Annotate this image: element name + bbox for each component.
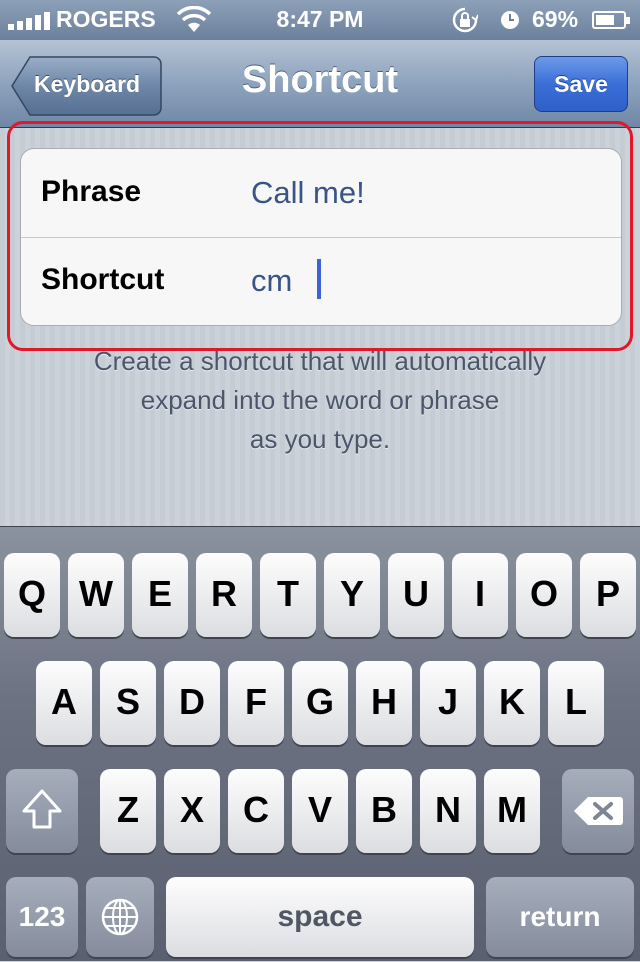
key-c[interactable]: C <box>228 769 284 853</box>
key-z[interactable]: Z <box>100 769 156 853</box>
help-text: Create a shortcut that will automaticall… <box>0 342 640 459</box>
delete-icon <box>574 797 623 825</box>
key-r[interactable]: R <box>196 553 252 637</box>
key-t[interactable]: T <box>260 553 316 637</box>
shift-key[interactable] <box>6 769 78 853</box>
key-w[interactable]: W <box>68 553 124 637</box>
key-x[interactable]: X <box>164 769 220 853</box>
key-a[interactable]: A <box>36 661 92 745</box>
return-key[interactable]: return <box>486 877 634 957</box>
key-n[interactable]: N <box>420 769 476 853</box>
globe-icon <box>101 898 139 936</box>
key-e[interactable]: E <box>132 553 188 637</box>
globe-key[interactable] <box>86 877 154 957</box>
key-k[interactable]: K <box>484 661 540 745</box>
key-b[interactable]: B <box>356 769 412 853</box>
key-s[interactable]: S <box>100 661 156 745</box>
battery-icon <box>592 11 630 29</box>
space-key[interactable]: space <box>166 877 474 957</box>
key-v[interactable]: V <box>292 769 348 853</box>
key-o[interactable]: O <box>516 553 572 637</box>
battery-percent: 69% <box>532 6 579 32</box>
highlight-annotation <box>7 121 633 351</box>
key-m[interactable]: M <box>484 769 540 853</box>
key-i[interactable]: I <box>452 553 508 637</box>
key-q[interactable]: Q <box>4 553 60 637</box>
alarm-clock-icon <box>501 11 519 29</box>
backspace-key[interactable] <box>562 769 634 853</box>
key-j[interactable]: J <box>420 661 476 745</box>
help-text-line: expand into the word or phrase <box>140 385 500 415</box>
key-p[interactable]: P <box>580 553 636 637</box>
keyboard: Q W E R T Y U I O P A S D F G H J K L Z … <box>0 526 640 961</box>
key-g[interactable]: G <box>292 661 348 745</box>
key-l[interactable]: L <box>548 661 604 745</box>
help-text-line: as you type. <box>249 424 391 454</box>
key-f[interactable]: F <box>228 661 284 745</box>
numbers-key[interactable]: 123 <box>6 877 78 957</box>
rotation-lock-icon <box>452 7 478 33</box>
key-u[interactable]: U <box>388 553 444 637</box>
navigation-bar: Keyboard Shortcut Save <box>0 40 640 128</box>
help-text-line: Create a shortcut that will automaticall… <box>93 346 547 376</box>
save-button[interactable]: Save <box>534 56 628 112</box>
key-d[interactable]: D <box>164 661 220 745</box>
status-bar: ROGERS 8:47 PM 69% <box>0 0 640 40</box>
shift-arrow-icon <box>22 789 62 829</box>
key-y[interactable]: Y <box>324 553 380 637</box>
key-h[interactable]: H <box>356 661 412 745</box>
